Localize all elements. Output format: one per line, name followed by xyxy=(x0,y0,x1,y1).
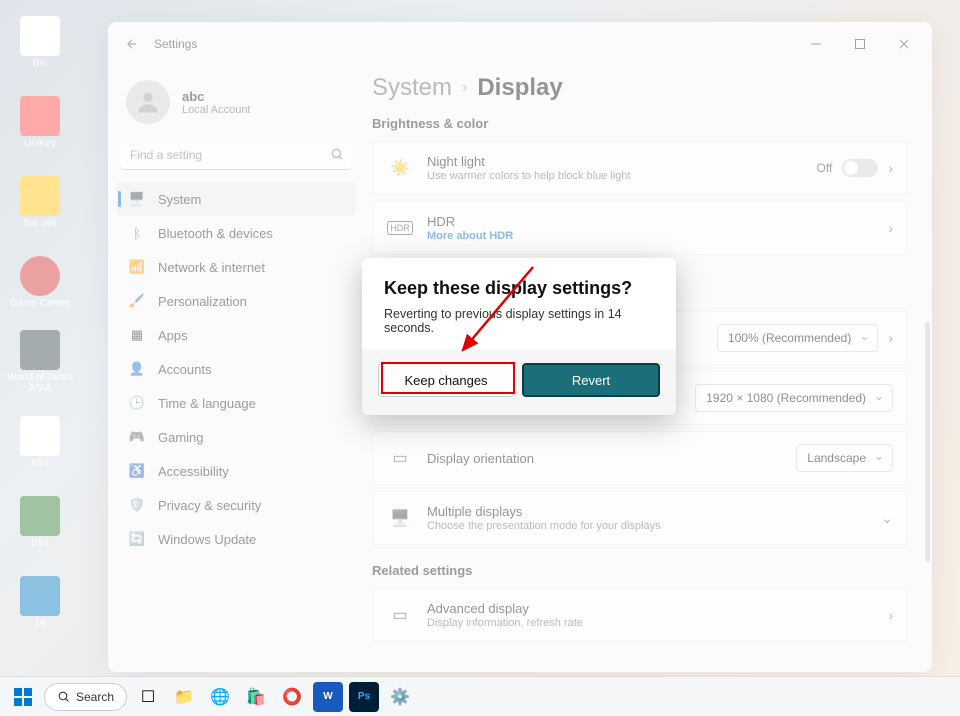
word-icon[interactable]: W xyxy=(313,682,343,712)
nav-item-accessibility[interactable]: ♿Accessibility xyxy=(116,454,356,488)
desktop-icon[interactable]: 016 xyxy=(4,404,76,480)
nav-item-privacy[interactable]: 🛡️Privacy & security xyxy=(116,488,356,522)
keep-settings-dialog: Keep these display settings? Reverting t… xyxy=(362,258,676,415)
photoshop-icon[interactable]: Ps xyxy=(349,682,379,712)
sun-icon: ☀️ xyxy=(387,158,413,178)
edge-icon[interactable]: 🌐 xyxy=(205,682,235,712)
displays-icon: 🖥️ xyxy=(387,508,413,528)
desktop-icon[interactable]: Bin xyxy=(4,4,76,80)
card-hdr[interactable]: HDR HDR More about HDR › xyxy=(372,201,908,255)
chevron-right-icon: › xyxy=(888,220,893,236)
chevron-right-icon: › xyxy=(888,607,893,623)
gamepad-icon: 🎮 xyxy=(128,428,146,446)
scrollbar[interactable] xyxy=(925,322,930,562)
nav-item-personalization[interactable]: 🖌️Personalization xyxy=(116,284,356,318)
task-view-button[interactable]: ☐ xyxy=(133,682,163,712)
group-heading: Related settings xyxy=(372,563,908,578)
person-icon: 👤 xyxy=(128,360,146,378)
nav-item-update[interactable]: 🔄Windows Update xyxy=(116,522,356,556)
desktop-icon[interactable]: Game Center xyxy=(4,244,76,320)
shield-icon: 🛡️ xyxy=(128,496,146,514)
monitor-icon: ▭ xyxy=(387,605,413,625)
nav-list: 🖥️System ᛒBluetooth & devices 📶Network &… xyxy=(116,182,356,556)
bluetooth-icon: ᛒ xyxy=(128,224,146,242)
maximize-button[interactable] xyxy=(838,28,882,60)
breadcrumb-parent[interactable]: System xyxy=(372,74,452,102)
hdr-more-link[interactable]: More about HDR xyxy=(427,230,874,242)
brush-icon: 🖌️ xyxy=(128,292,146,310)
explorer-icon[interactable]: 📁 xyxy=(169,682,199,712)
display-icon: 🖥️ xyxy=(128,190,146,208)
user-name: abc xyxy=(182,89,251,104)
breadcrumb: System › Display xyxy=(372,74,908,102)
desktop-icon[interactable]: UniKey xyxy=(4,84,76,160)
desktop-icon[interactable]: 016 xyxy=(4,484,76,560)
page-title: Display xyxy=(477,74,562,102)
start-button[interactable] xyxy=(8,682,38,712)
desktop-icon[interactable]: 16 xyxy=(4,564,76,640)
close-button[interactable] xyxy=(882,28,926,60)
orientation-select[interactable]: Landscape xyxy=(796,444,893,472)
window-title: Settings xyxy=(154,37,197,51)
nav-item-time[interactable]: 🕒Time & language xyxy=(116,386,356,420)
nav-item-accounts[interactable]: 👤Accounts xyxy=(116,352,356,386)
chevron-right-icon: › xyxy=(888,160,893,176)
orientation-icon: ▭ xyxy=(387,448,413,468)
clock-icon: 🕒 xyxy=(128,394,146,412)
chevron-down-icon: ⌄ xyxy=(881,510,893,527)
store-icon[interactable]: 🛍️ xyxy=(241,682,271,712)
resolution-select[interactable]: 1920 × 1080 (Recommended) xyxy=(695,384,893,412)
card-orientation[interactable]: ▭ Display orientation Landscape xyxy=(372,431,908,485)
card-multiple-displays[interactable]: 🖥️ Multiple displays Choose the presenta… xyxy=(372,491,908,545)
chrome-icon[interactable]: ⭕ xyxy=(277,682,307,712)
dialog-title: Keep these display settings? xyxy=(384,278,654,299)
nav-item-network[interactable]: 📶Network & internet xyxy=(116,250,356,284)
update-icon: 🔄 xyxy=(128,530,146,548)
titlebar: Settings xyxy=(108,22,932,66)
settings-icon[interactable]: ⚙️ xyxy=(385,682,415,712)
nav-item-gaming[interactable]: 🎮Gaming xyxy=(116,420,356,454)
search-icon xyxy=(330,147,344,166)
night-light-toggle[interactable] xyxy=(842,159,878,177)
toggle-state: Off xyxy=(817,161,833,175)
keep-changes-button[interactable]: Keep changes xyxy=(378,363,514,397)
nav-item-system[interactable]: 🖥️System xyxy=(116,182,356,216)
taskbar: Search ☐ 📁 🌐 🛍️ ⭕ W Ps ⚙️ xyxy=(0,676,960,716)
taskbar-search[interactable]: Search xyxy=(44,683,127,711)
apps-icon: ▦ xyxy=(128,326,146,344)
nav-item-apps[interactable]: ▦Apps xyxy=(116,318,356,352)
nav-item-bluetooth[interactable]: ᛒBluetooth & devices xyxy=(116,216,356,250)
card-advanced-display[interactable]: ▭ Advanced display Display information, … xyxy=(372,588,908,642)
desktop-icon[interactable]: World of Tanks ASIA xyxy=(4,324,76,400)
chevron-right-icon: › xyxy=(888,330,893,346)
desktop-icons: Bin UniKey Bài viết Game Center World of… xyxy=(0,0,86,680)
desktop-icon[interactable]: Bài viết xyxy=(4,164,76,240)
card-night-light[interactable]: ☀️ Night light Use warmer colors to help… xyxy=(372,141,908,195)
avatar-icon xyxy=(126,80,170,124)
dialog-body: Reverting to previous display settings i… xyxy=(384,307,654,335)
profile[interactable]: abc Local Account xyxy=(116,74,356,138)
search-field[interactable] xyxy=(120,140,352,170)
sidebar: abc Local Account 🖥️System ᛒBluetooth & … xyxy=(108,66,364,672)
minimize-button[interactable] xyxy=(794,28,838,60)
group-heading: Brightness & color xyxy=(372,116,908,131)
scale-select[interactable]: 100% (Recommended) xyxy=(717,324,878,352)
accessibility-icon: ♿ xyxy=(128,462,146,480)
wifi-icon: 📶 xyxy=(128,258,146,276)
user-account-type: Local Account xyxy=(182,104,251,116)
hdr-icon: HDR xyxy=(387,221,413,235)
chevron-right-icon: › xyxy=(462,79,467,97)
revert-button[interactable]: Revert xyxy=(522,363,660,397)
search-input[interactable] xyxy=(120,140,352,170)
back-button[interactable] xyxy=(114,26,150,62)
